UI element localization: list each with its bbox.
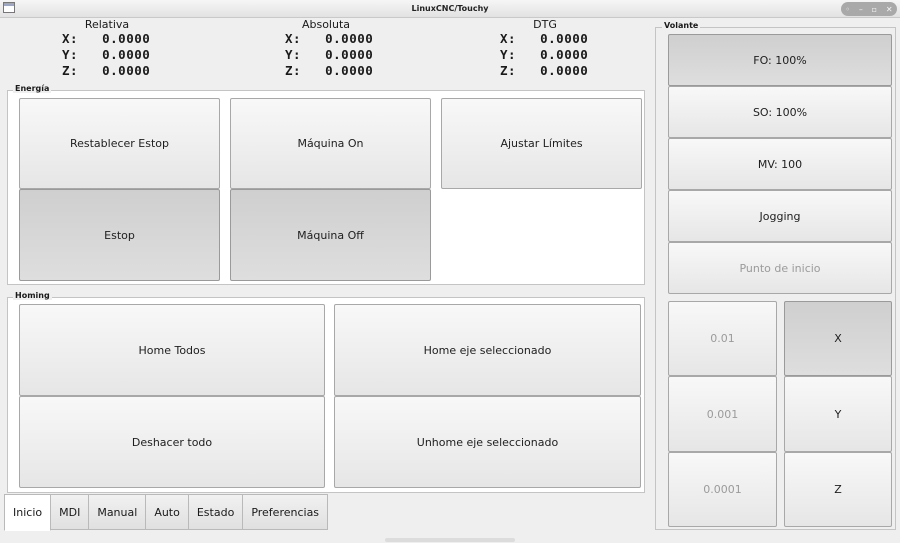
- jogging-button[interactable]: Jogging: [668, 190, 892, 242]
- dro-relativa-z: Z: 0.0000: [62, 63, 151, 78]
- punto-de-inicio-button[interactable]: Punto de inicio: [668, 242, 892, 294]
- maquina-off-button[interactable]: Máquina Off: [230, 189, 431, 281]
- estop-button[interactable]: Estop: [19, 189, 220, 281]
- tab-manual[interactable]: Manual: [89, 494, 147, 530]
- increment-0-0001-button[interactable]: 0.0001: [668, 452, 777, 527]
- dro-absoluta-heading: Absoluta: [301, 18, 351, 31]
- dro-dtg-z: Z: 0.0000: [500, 63, 589, 78]
- maquina-on-button[interactable]: Máquina On: [230, 98, 431, 189]
- energia-frame: Energía Restablecer Estop Estop Máquina …: [7, 84, 645, 285]
- increment-0-01-button[interactable]: 0.01: [668, 301, 777, 376]
- window-title: LinuxCNC/Touchy: [411, 4, 489, 13]
- home-todos-button[interactable]: Home Todos: [19, 304, 325, 396]
- unhome-eje-seleccionado-button[interactable]: Unhome eje seleccionado: [334, 396, 641, 488]
- axis-y-button[interactable]: Y: [784, 376, 892, 452]
- axis-z-button[interactable]: Z: [784, 452, 892, 527]
- dro-relativa-y: Y: 0.0000: [62, 47, 151, 62]
- energia-legend: Energía: [13, 84, 52, 93]
- so-button[interactable]: SO: 100%: [668, 86, 892, 138]
- dro-absoluta-y: Y: 0.0000: [285, 47, 374, 62]
- window-controls: ◦ – ▫ ✕: [841, 2, 897, 16]
- dro-relativa-heading: Relativa: [84, 18, 130, 31]
- close-icon[interactable]: ✕: [886, 5, 893, 14]
- tab-preferencias[interactable]: Preferencias: [243, 494, 329, 530]
- resize-grip[interactable]: [385, 538, 515, 542]
- tab-bar: Inicio MDI Manual Auto Estado Preferenci…: [4, 494, 329, 531]
- tab-mdi[interactable]: MDI: [51, 494, 90, 530]
- homing-frame: Homing Home Todos Deshacer todo Home eje…: [7, 291, 645, 493]
- dro-dtg-heading: DTG: [533, 18, 557, 31]
- mv-button[interactable]: MV: 100: [668, 138, 892, 190]
- menu-icon[interactable]: ◦: [845, 5, 850, 14]
- restablecer-estop-button[interactable]: Restablecer Estop: [19, 98, 220, 189]
- deshacer-todo-button[interactable]: Deshacer todo: [19, 396, 325, 488]
- fo-button[interactable]: FO: 100%: [668, 34, 892, 86]
- ajustar-limites-button[interactable]: Ajustar Límites: [441, 98, 642, 189]
- maximize-icon[interactable]: ▫: [872, 5, 877, 14]
- tab-inicio[interactable]: Inicio: [4, 494, 52, 531]
- minimize-icon[interactable]: –: [859, 5, 863, 14]
- dro-absoluta-z: Z: 0.0000: [285, 63, 374, 78]
- homing-legend: Homing: [13, 291, 52, 300]
- tab-estado[interactable]: Estado: [188, 494, 244, 530]
- axis-x-button[interactable]: X: [784, 301, 892, 376]
- tab-auto[interactable]: Auto: [146, 494, 189, 530]
- dro-dtg-y: Y: 0.0000: [500, 47, 589, 62]
- increment-0-001-button[interactable]: 0.001: [668, 376, 777, 452]
- volante-legend: Volante: [662, 21, 701, 30]
- title-bar: LinuxCNC/Touchy ◦ – ▫ ✕: [0, 0, 900, 18]
- dro-absoluta-x: X: 0.0000: [285, 31, 374, 46]
- dro-relativa-x: X: 0.0000: [62, 31, 151, 46]
- dro-dtg-x: X: 0.0000: [500, 31, 589, 46]
- home-eje-seleccionado-button[interactable]: Home eje seleccionado: [334, 304, 641, 396]
- volante-frame: Volante FO: 100% SO: 100% MV: 100 Joggin…: [655, 21, 896, 530]
